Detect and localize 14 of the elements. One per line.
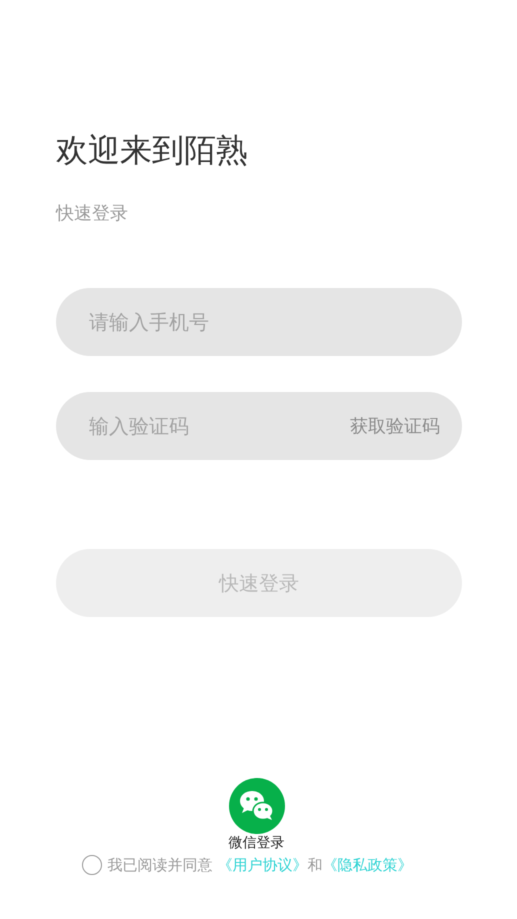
phone-input[interactable]: 请输入手机号 [87,309,440,335]
conjunction-text: 和 [307,856,322,874]
agreement-text: 我已阅读并同意 [108,856,213,874]
user-agreement-link[interactable]: 《用户协议》 [217,856,308,874]
phone-input-field[interactable]: 请输入手机号 [56,288,462,356]
chat-bubbles-icon[interactable] [228,778,284,834]
subtitle: 快速登录 [56,202,129,226]
agree-radio[interactable] [82,855,102,875]
privacy-policy-link[interactable]: 《隐私政策》 [322,856,412,874]
wechat-login-label: 微信登录 [228,835,284,851]
code-input[interactable]: 输入验证码 [87,413,350,439]
welcome-title: 欢迎来到陌熟 [56,130,249,171]
code-input-field[interactable]: 输入验证码 获取验证码 [56,392,462,460]
get-code-button[interactable]: 获取验证码 [350,414,440,438]
